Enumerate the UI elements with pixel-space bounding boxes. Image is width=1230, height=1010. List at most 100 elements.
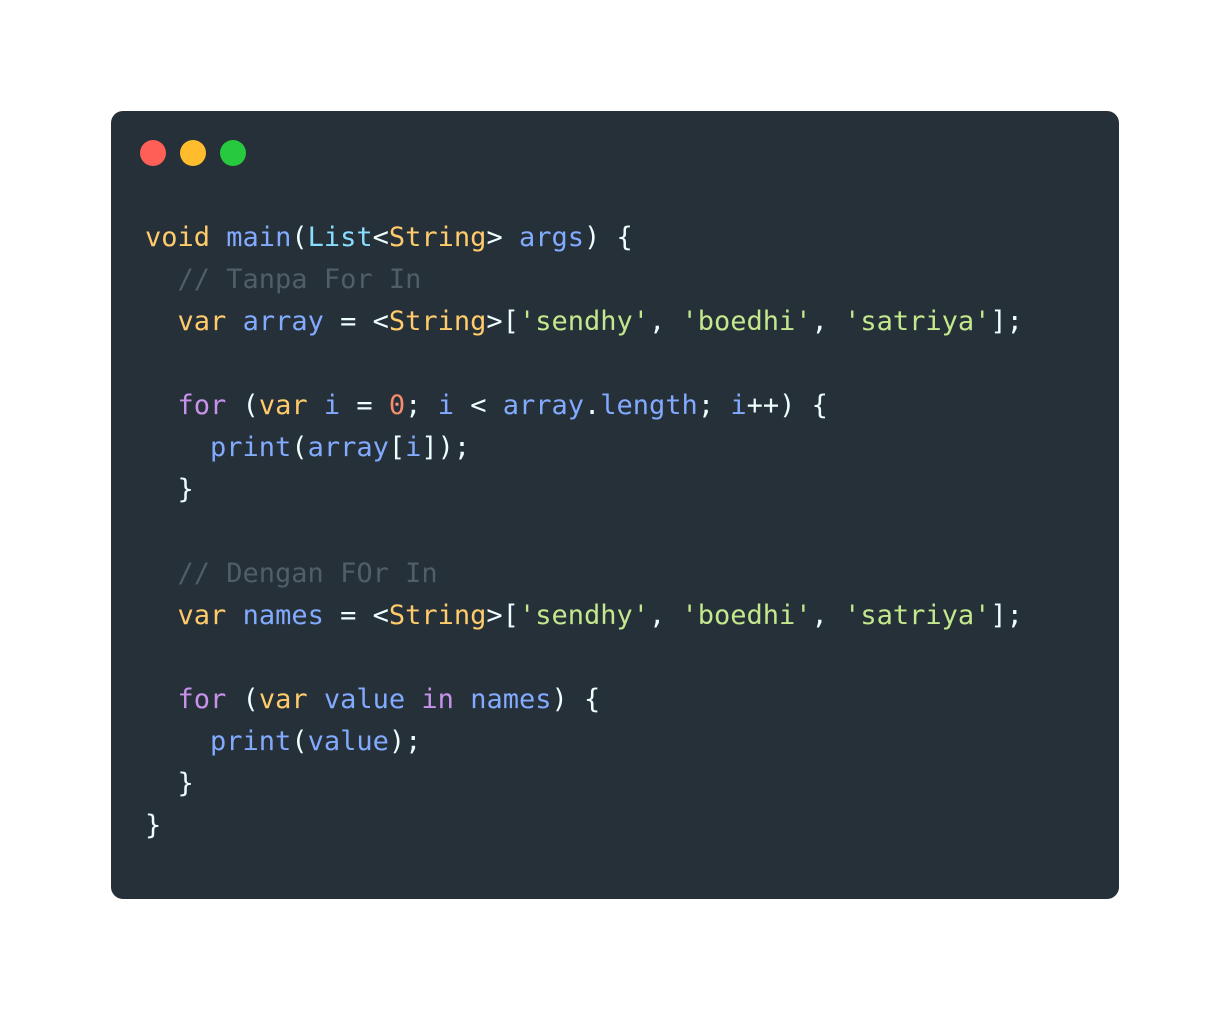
code-line: void main(List<String> args) { — [145, 217, 1023, 259]
code-token: , — [648, 306, 682, 337]
code-token: < — [453, 390, 503, 421]
code-token: = — [340, 390, 389, 421]
code-token: array — [242, 306, 324, 337]
code-block: void main(List<String> args) { // Tanpa … — [145, 217, 1023, 847]
code-line: print(value); — [145, 721, 1023, 763]
code-token: ( — [291, 432, 308, 463]
code-line: // Tanpa For In — [145, 259, 1023, 301]
code-token: // Dengan FOr In — [177, 558, 438, 589]
code-token: ) { — [551, 684, 601, 715]
code-token: var — [177, 306, 227, 337]
code-token: ]; — [990, 600, 1023, 631]
code-token: > — [486, 222, 519, 253]
code-token: , — [811, 306, 845, 337]
code-line: // Dengan FOr In — [145, 553, 1023, 595]
code-token: void — [145, 222, 211, 253]
code-token: array — [502, 390, 585, 421]
code-token: String — [388, 222, 487, 253]
code-token: ; — [697, 390, 731, 421]
code-token: 'boedhi' — [681, 306, 812, 337]
code-token: ( — [291, 222, 308, 253]
code-token: array — [307, 432, 389, 463]
code-token: i — [323, 390, 341, 421]
code-line: var array = <String>['sendhy', 'boedhi',… — [145, 301, 1023, 343]
code-token: var — [258, 684, 308, 715]
code-token: ]); — [421, 432, 471, 463]
code-token: = < — [323, 600, 389, 631]
code-token: } — [177, 474, 194, 505]
code-token: for — [177, 684, 227, 715]
code-token: < — [372, 222, 389, 253]
code-token: >[ — [486, 306, 519, 337]
code-token: 'satriya' — [844, 600, 991, 631]
code-token: 0 — [388, 390, 406, 421]
code-token: ( — [226, 684, 259, 715]
code-line: for (var value in names) { — [145, 679, 1023, 721]
code-token: String — [388, 600, 487, 631]
code-token: ( — [226, 390, 259, 421]
code-token: print — [210, 432, 292, 463]
code-token: 'sendhy' — [518, 600, 649, 631]
close-dot-icon[interactable] — [140, 140, 166, 166]
code-token: ++) { — [746, 390, 828, 421]
code-token: names — [470, 684, 552, 715]
code-token: length — [600, 390, 698, 421]
code-token: value — [307, 726, 389, 757]
code-token: String — [388, 306, 487, 337]
code-token: var — [258, 390, 308, 421]
code-line: } — [145, 763, 1023, 805]
code-token: ); — [388, 726, 422, 757]
code-token: i — [730, 390, 747, 421]
code-line: } — [145, 805, 1023, 847]
code-token: print — [210, 726, 292, 757]
code-token: // Tanpa For In — [177, 264, 422, 295]
code-token: ]; — [990, 306, 1023, 337]
code-token: in — [421, 684, 454, 715]
code-token: 'boedhi' — [681, 600, 812, 631]
code-token: [ — [388, 432, 406, 463]
code-token: ; — [405, 390, 438, 421]
code-token: = < — [323, 306, 389, 337]
code-line: for (var i = 0; i < array.length; i++) { — [145, 385, 1023, 427]
code-window: void main(List<String> args) { // Tanpa … — [111, 111, 1119, 899]
code-token: >[ — [486, 600, 519, 631]
code-token: , — [811, 600, 845, 631]
code-token: 'satriya' — [844, 306, 991, 337]
maximize-dot-icon[interactable] — [220, 140, 246, 166]
code-token: names — [242, 600, 324, 631]
code-token: for — [177, 390, 227, 421]
code-token: i — [405, 432, 422, 463]
code-token: . — [584, 390, 601, 421]
code-token: , — [648, 600, 682, 631]
code-line: print(array[i]); — [145, 427, 1023, 469]
code-token: } — [177, 768, 194, 799]
code-token: 'sendhy' — [518, 306, 649, 337]
code-token: i — [437, 390, 454, 421]
code-token: var — [177, 600, 227, 631]
code-token: main — [226, 222, 292, 253]
minimize-dot-icon[interactable] — [180, 140, 206, 166]
code-token: args — [518, 222, 584, 253]
code-token: List — [307, 222, 373, 253]
code-line: var names = <String>['sendhy', 'boedhi',… — [145, 595, 1023, 637]
code-line: } — [145, 469, 1023, 511]
